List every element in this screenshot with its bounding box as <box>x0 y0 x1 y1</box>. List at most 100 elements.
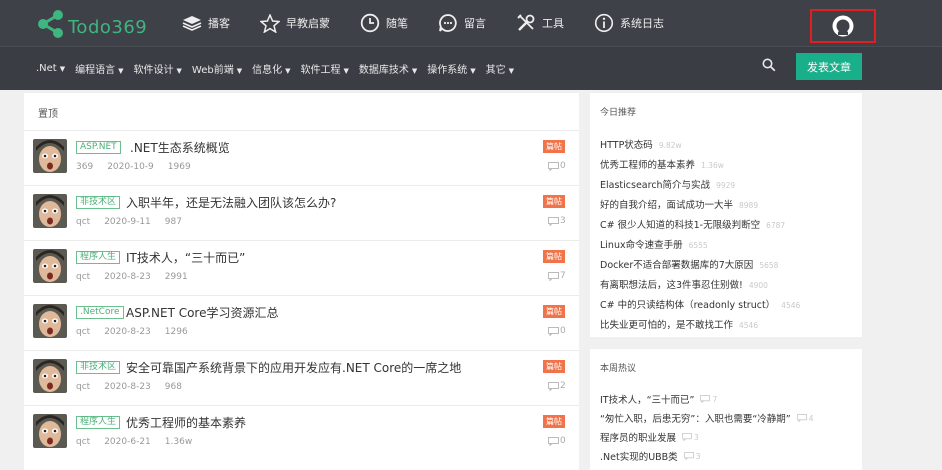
nav-system-log-label: 系统日志 <box>620 17 664 30</box>
category-dotnet[interactable]: .Net ▼ <box>36 63 65 74</box>
nav-tools[interactable]: 工具 <box>516 13 564 33</box>
post-meta: qct 2020-8-23 968 <box>76 382 196 392</box>
comment-icon <box>548 216 559 226</box>
post-row: 程序人生 IT技术人，“三十而已” qct 2020-8-23 2991 篇帖 7 <box>24 240 579 295</box>
comment-icon <box>796 414 807 422</box>
category-programming-languages[interactable]: 编程语言 ▼ <box>75 61 123 76</box>
post-title[interactable]: ASP.NET Core学习资源汇总 <box>126 304 279 321</box>
post-tag[interactable]: ASP.NET <box>76 141 121 154</box>
nav-essay-label: 随笔 <box>386 17 408 30</box>
hot-badge: 篇帖 <box>543 305 565 318</box>
post-views: 1.36w <box>164 437 193 447</box>
comment-icon <box>682 433 692 441</box>
post-views: 987 <box>164 217 182 227</box>
category-web-frontend[interactable]: Web前端 ▼ <box>192 61 242 76</box>
post-author[interactable]: qct <box>76 382 90 392</box>
publish-article-button[interactable]: 发表文章 <box>796 53 862 80</box>
post-thumbnail[interactable] <box>33 359 67 393</box>
chevron-down-icon: ▼ <box>236 67 243 75</box>
category-other[interactable]: 其它 ▼ <box>486 61 514 76</box>
tools-icon <box>517 14 535 31</box>
recommend-item[interactable]: C# 很少人知道的科技1-无限级判断空 6787 <box>600 217 785 231</box>
view-count: 9.82w <box>658 141 682 150</box>
post-date: 2020-8-23 <box>104 272 151 282</box>
post-thumbnail[interactable] <box>33 304 67 338</box>
post-title[interactable]: 安全可靠国产系统背景下的应用开发应有.NET Core的一席之地 <box>126 359 461 376</box>
post-views: 968 <box>164 382 182 392</box>
post-author[interactable]: qct <box>76 217 90 227</box>
post-date: 2020-10-9 <box>107 162 154 172</box>
post-author[interactable]: qct <box>76 327 90 337</box>
recommend-item[interactable]: 优秀工程师的基本素养 1.36w <box>600 157 724 171</box>
view-count: 1.36w <box>701 161 724 170</box>
post-title[interactable]: 入职半年，还是无法融入团队该怎么办? <box>126 194 336 211</box>
recommend-item[interactable]: C# 中的只读结构体（readonly struct） 4546 <box>600 297 800 311</box>
hot-item[interactable]: 程序员的职业发展 3 <box>600 430 699 445</box>
comment-count: 0 <box>548 436 566 446</box>
info-icon <box>594 13 614 33</box>
category-bar: .Net ▼ 编程语言 ▼ 软件设计 ▼ Web前端 ▼ 信息化 ▼ 软件工程 ▼ 数据库技… <box>0 46 942 90</box>
category-software-design[interactable]: 软件设计 ▼ <box>134 61 182 76</box>
comment-count: 3 <box>682 433 699 442</box>
category-software-engineering[interactable]: 软件工程 ▼ <box>301 61 349 76</box>
view-count: 9929 <box>716 181 736 190</box>
post-tag[interactable]: 程序人生 <box>76 416 121 429</box>
recommend-item[interactable]: 有离职想法后，这3件事忍住别做! 4900 <box>600 277 768 291</box>
share-icon <box>38 10 63 38</box>
nav-system-log[interactable]: 系统日志 <box>594 13 664 33</box>
search-icon[interactable] <box>762 58 776 72</box>
chevron-down-icon: ▼ <box>176 67 182 75</box>
hot-item[interactable]: IT技术人，“三十而已” 7 <box>600 392 717 407</box>
post-author[interactable]: qct <box>76 437 90 447</box>
site-logo[interactable]: Todo369 <box>36 9 147 39</box>
nav-essay[interactable]: 随笔 <box>360 13 408 33</box>
category-operating-system[interactable]: 操作系统 ▼ <box>427 61 475 76</box>
star-icon <box>260 13 280 33</box>
hot-item[interactable]: “匆忙入职，后患无穷”：入职也需要“冷静期” 4 <box>600 411 813 426</box>
category-database[interactable]: 数据库技术 ▼ <box>359 61 417 76</box>
pinned-posts-panel: 置顶 ASP.NET .NET生态系统概览 369 2020-10-9 1969 篇… <box>24 93 579 470</box>
post-tag[interactable]: 非技术区 <box>76 361 121 374</box>
post-thumbnail[interactable] <box>33 139 67 173</box>
post-thumbnail[interactable] <box>33 194 67 228</box>
post-author[interactable]: 369 <box>76 162 93 172</box>
post-row: 非技术区 安全可靠国产系统背景下的应用开发应有.NET Core的一席之地 qc… <box>24 350 579 405</box>
category-informatization[interactable]: 信息化 ▼ <box>252 61 290 76</box>
nav-podcast[interactable]: 播客 <box>182 15 230 31</box>
post-author[interactable]: qct <box>76 272 90 282</box>
top-nav: 播客 早教启蒙 随笔 留言 工具 系统日志 <box>182 0 664 46</box>
recommend-item[interactable]: 好的自我介绍，面试成功一大半 8989 <box>600 197 758 211</box>
comment-icon <box>683 452 694 460</box>
recommend-item[interactable]: 比失业更可怕的，是不敢找工作 4546 <box>600 317 758 331</box>
post-date: 2020-8-23 <box>104 382 151 392</box>
post-row: 程序人生 优秀工程师的基本素养 qct 2020-6-21 1.36w 篇帖 0 <box>24 405 579 460</box>
nav-podcast-label: 播客 <box>208 17 230 30</box>
post-tag[interactable]: .NetCore <box>76 306 124 319</box>
view-count: 6555 <box>688 241 708 250</box>
post-date: 2020-8-23 <box>104 327 151 337</box>
post-title[interactable]: .NET生态系统概览 <box>130 139 230 156</box>
view-count: 4546 <box>739 321 759 330</box>
comment-icon <box>548 381 559 391</box>
post-thumbnail[interactable] <box>33 249 67 283</box>
nav-early-education[interactable]: 早教启蒙 <box>260 13 330 33</box>
recommend-item[interactable]: Elasticsearch简介与实战 9929 <box>600 177 735 191</box>
nav-tools-label: 工具 <box>542 17 564 30</box>
recommend-item[interactable]: HTTP状态码 9.82w <box>600 137 682 151</box>
post-views: 1969 <box>167 162 191 172</box>
post-title[interactable]: IT技术人，“三十而已” <box>126 249 245 266</box>
hot-item[interactable]: .Net实现的UBB类 3 <box>600 449 700 464</box>
recommend-item[interactable]: Docker不适合部署数据库的7大原因 5658 <box>600 257 778 271</box>
recommend-item[interactable]: Linux命令速查手册 6555 <box>600 237 708 251</box>
post-tag[interactable]: 非技术区 <box>76 196 121 209</box>
post-thumbnail[interactable] <box>33 414 67 448</box>
comment-icon <box>548 436 559 446</box>
user-avatar-button[interactable] <box>810 9 876 43</box>
view-count: 6787 <box>766 221 786 230</box>
chevron-down-icon: ▼ <box>118 67 124 75</box>
post-tag[interactable]: 程序人生 <box>76 251 121 264</box>
post-views: 2991 <box>164 272 188 282</box>
post-title[interactable]: 优秀工程师的基本素养 <box>126 414 246 431</box>
nav-message[interactable]: 留言 <box>438 13 486 33</box>
chevron-down-icon: ▼ <box>59 65 66 73</box>
